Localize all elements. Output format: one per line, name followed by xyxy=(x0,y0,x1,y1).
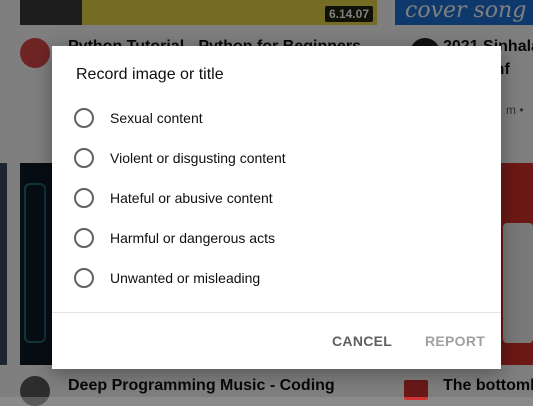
option-label: Unwanted or misleading xyxy=(110,270,261,286)
divider xyxy=(52,312,501,313)
dialog-title: Record image or title xyxy=(76,66,224,83)
option-violent-content[interactable]: Violent or disgusting content xyxy=(74,138,474,178)
report-button[interactable]: REPORT xyxy=(425,333,485,349)
option-unwanted-misleading[interactable]: Unwanted or misleading xyxy=(74,258,474,298)
option-label: Sexual content xyxy=(110,110,203,126)
radio-button[interactable] xyxy=(74,228,94,248)
option-hateful-content[interactable]: Hateful or abusive content xyxy=(74,178,474,218)
report-options: Sexual content Violent or disgusting con… xyxy=(74,98,474,298)
report-dialog: Record image or title Sexual content Vio… xyxy=(52,46,501,369)
option-harmful-acts[interactable]: Harmful or dangerous acts xyxy=(74,218,474,258)
option-label: Harmful or dangerous acts xyxy=(110,230,275,246)
radio-button[interactable] xyxy=(74,268,94,288)
option-label: Hateful or abusive content xyxy=(110,190,273,206)
radio-button[interactable] xyxy=(74,108,94,128)
radio-button[interactable] xyxy=(74,148,94,168)
cancel-button[interactable]: CANCEL xyxy=(332,333,392,349)
option-sexual-content[interactable]: Sexual content xyxy=(74,98,474,138)
option-label: Violent or disgusting content xyxy=(110,150,286,166)
radio-button[interactable] xyxy=(74,188,94,208)
